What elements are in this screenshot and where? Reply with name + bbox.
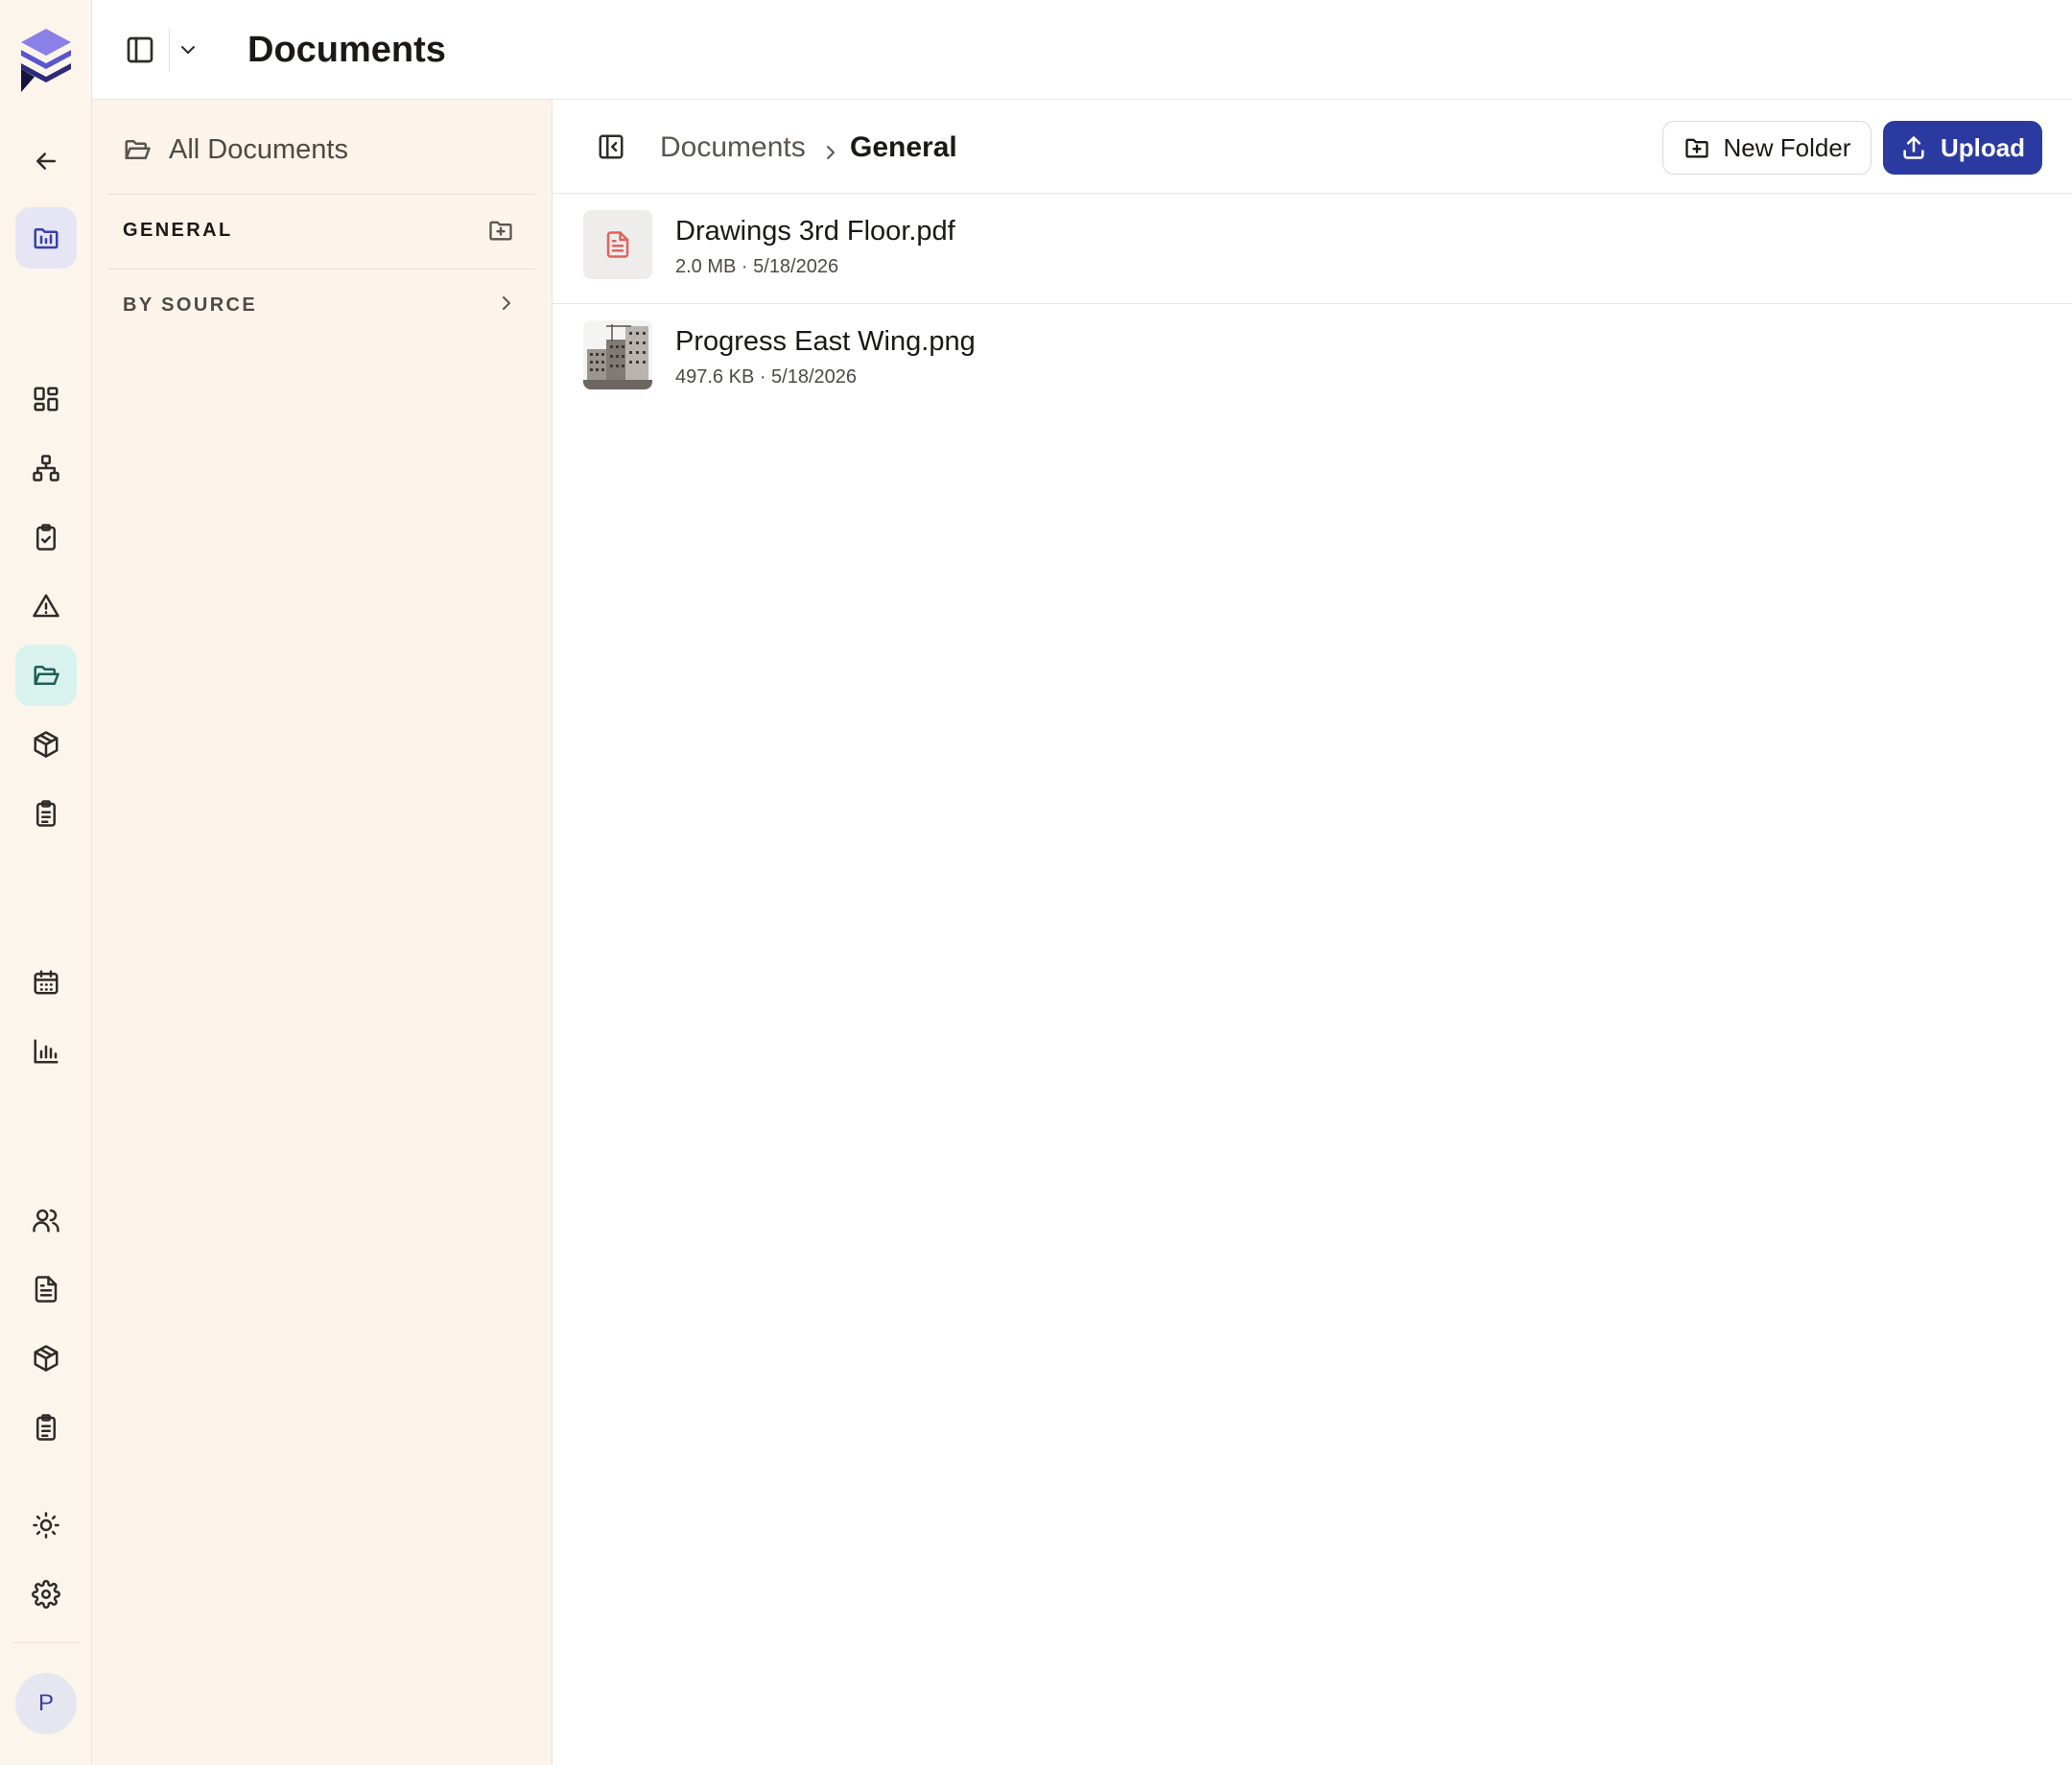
package-icon[interactable] xyxy=(15,1328,77,1389)
file-meta: 2.0 MB · 5/18/2026 xyxy=(675,256,839,277)
breadcrumb-documents[interactable]: Documents xyxy=(660,129,806,167)
folder-divider xyxy=(107,269,535,270)
clipboard-list-icon[interactable] xyxy=(15,783,77,844)
all-documents-link[interactable]: All Documents xyxy=(123,130,348,169)
file-row[interactable]: Drawings 3rd Floor.pdf 2.0 MB · 5/18/202… xyxy=(553,195,2072,304)
file-text-icon[interactable] xyxy=(15,1259,77,1320)
new-folder-label: New Folder xyxy=(1723,132,1851,162)
left-rail: P xyxy=(0,0,92,1765)
users-icon[interactable] xyxy=(15,1189,77,1251)
page-title: Documents xyxy=(247,30,446,70)
pdf-file-icon xyxy=(583,210,652,279)
folder-divider xyxy=(107,194,535,195)
warning-icon[interactable] xyxy=(15,576,77,637)
hierarchy-icon[interactable] xyxy=(15,437,77,499)
rail-divider xyxy=(13,1642,79,1643)
folder-plus-icon[interactable] xyxy=(487,217,514,244)
file-meta: 497.6 KB · 5/18/2026 xyxy=(675,366,858,388)
folder-open-icon[interactable] xyxy=(15,645,77,706)
breadcrumb-general: General xyxy=(850,131,957,163)
folder-plus-icon xyxy=(1684,138,1708,158)
content-toolbar: Documents General New Folder Upload xyxy=(553,100,2072,194)
gear-icon[interactable] xyxy=(15,1564,77,1625)
folder-open-icon xyxy=(125,140,151,159)
project-icon[interactable] xyxy=(15,207,77,269)
sidebar-toggle-icon[interactable] xyxy=(125,35,155,65)
folder-panel: All Documents GENERAL BY SOURCE xyxy=(92,100,553,1765)
collapse-panel-icon[interactable] xyxy=(597,132,625,161)
clipboard-check-icon[interactable] xyxy=(15,506,77,568)
app-logo-icon[interactable] xyxy=(17,25,75,96)
chevron-right-icon[interactable] xyxy=(495,292,518,315)
chevron-down-icon[interactable] xyxy=(177,38,200,61)
file-name: Drawings 3rd Floor.pdf xyxy=(675,216,955,247)
toolbar-divider xyxy=(169,29,170,71)
package-icon[interactable] xyxy=(15,714,77,775)
main-content: Documents General New Folder Upload Draw… xyxy=(553,100,2072,1765)
top-bar: Documents xyxy=(92,0,2072,100)
file-row[interactable]: Progress East Wing.png 497.6 KB · 5/18/2… xyxy=(553,305,2072,414)
sun-icon[interactable] xyxy=(15,1494,77,1556)
clipboard-list-icon[interactable] xyxy=(15,1397,77,1458)
all-documents-label: All Documents xyxy=(169,133,348,165)
upload-icon xyxy=(1903,136,1924,159)
back-arrow-icon[interactable] xyxy=(15,130,77,192)
image-thumbnail xyxy=(583,320,652,389)
file-name: Progress East Wing.png xyxy=(675,326,976,357)
section-general[interactable]: GENERAL xyxy=(123,217,233,244)
calendar-icon[interactable] xyxy=(15,952,77,1013)
avatar[interactable]: P xyxy=(15,1673,77,1734)
upload-button[interactable]: Upload xyxy=(1883,121,2042,175)
bar-chart-icon[interactable] xyxy=(15,1021,77,1082)
new-folder-button[interactable]: New Folder xyxy=(1662,121,1872,175)
section-by-source[interactable]: BY SOURCE xyxy=(123,292,257,318)
upload-label: Upload xyxy=(1940,132,2026,162)
chevron-right-icon xyxy=(819,136,842,159)
dashboard-icon[interactable] xyxy=(15,368,77,430)
